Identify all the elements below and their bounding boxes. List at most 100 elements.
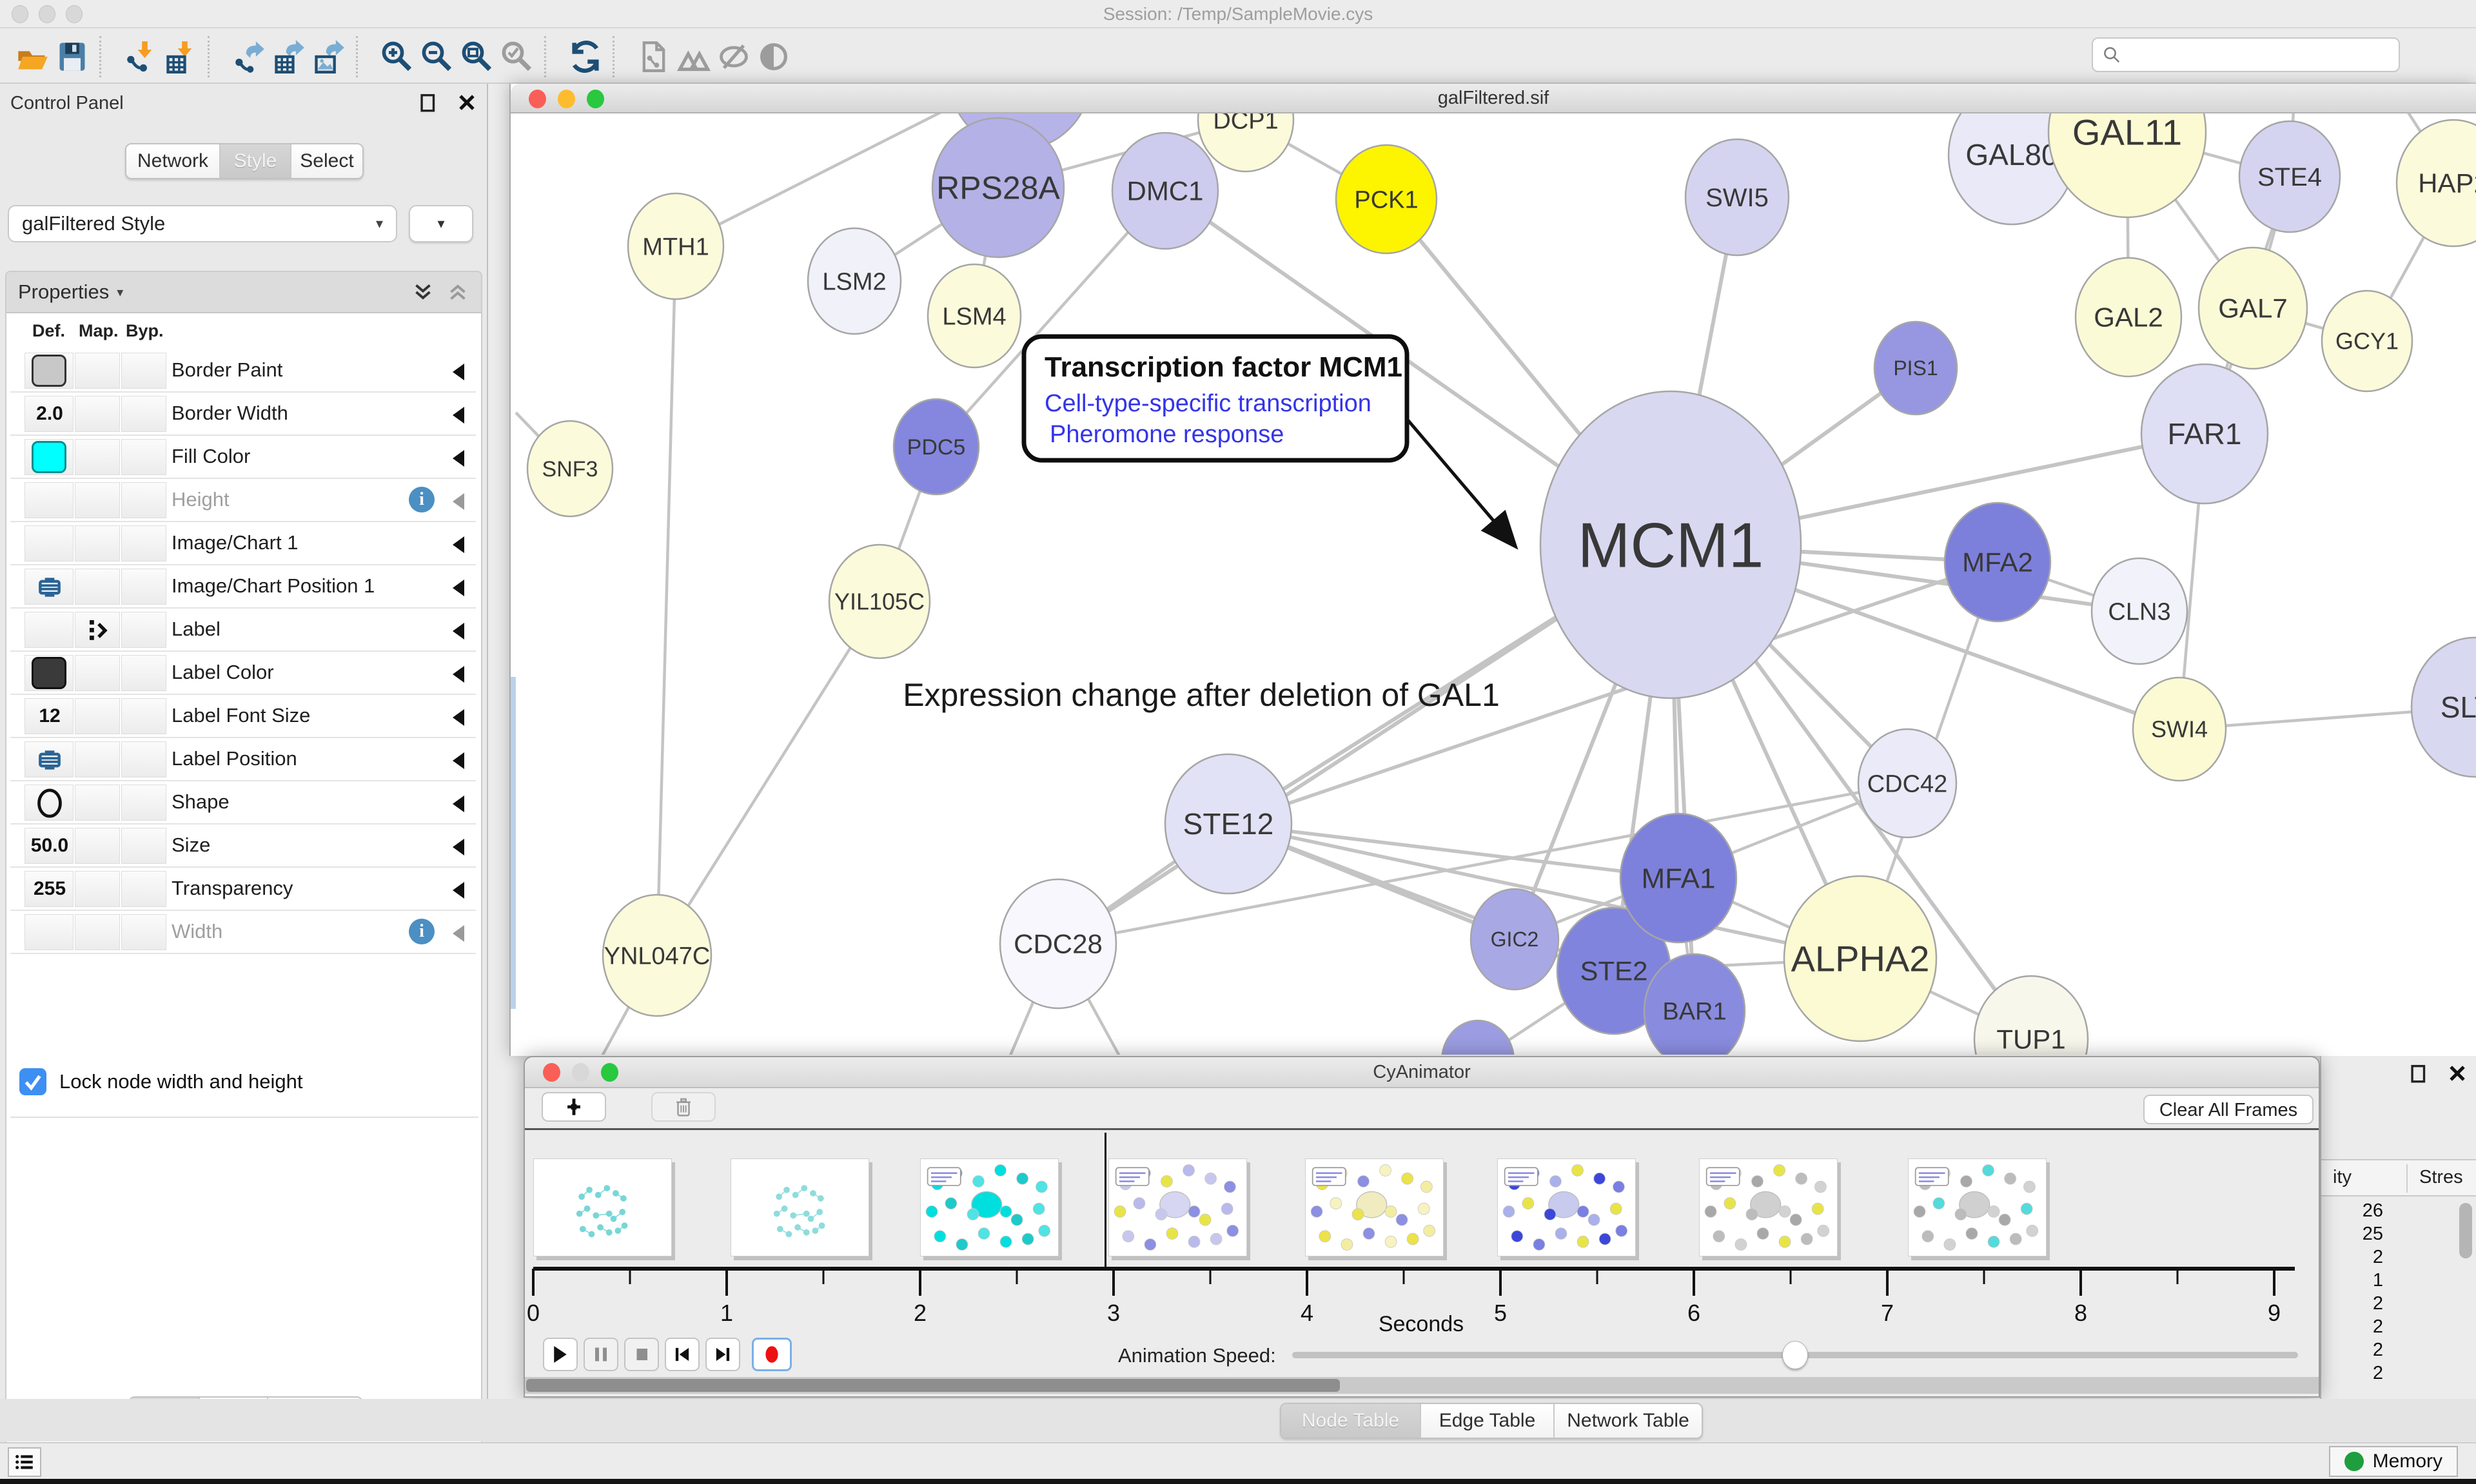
mapping-cell[interactable] [75, 655, 120, 691]
network-node-CDC42[interactable]: CDC42 [1858, 729, 1956, 837]
property-row-label-position[interactable]: Label Position [10, 738, 476, 781]
timeline-frame-3[interactable] [1108, 1158, 1247, 1256]
network-node-GAL11[interactable]: GAL11 [2049, 113, 2206, 217]
network-node-SWI5[interactable]: SWI5 [1685, 139, 1789, 255]
mapping-cell[interactable] [75, 353, 120, 389]
expand-property-icon[interactable] [453, 839, 464, 855]
network-caption[interactable]: Expression change after deletion of GAL1 [903, 677, 1500, 713]
bypass-cell[interactable] [121, 698, 166, 734]
info-icon[interactable]: i [409, 919, 435, 944]
close-panel-icon[interactable] [2446, 1062, 2468, 1084]
bypass-cell[interactable] [121, 353, 166, 389]
hide-graphics-button[interactable] [717, 39, 751, 75]
expand-property-icon[interactable] [453, 623, 464, 639]
timeline-playhead[interactable] [1105, 1133, 1106, 1268]
memory-indicator-button[interactable]: Memory [2329, 1446, 2458, 1477]
expand-all-icon[interactable] [411, 279, 435, 305]
network-node-ALPHA2[interactable]: ALPHA2 [1784, 876, 1936, 1041]
mapping-cell[interactable] [75, 828, 120, 864]
lock-node-size-row[interactable]: Lock node width and height [19, 1068, 302, 1095]
snapshot-button[interactable] [677, 39, 711, 75]
table-scrollbar[interactable] [2459, 1203, 2472, 1258]
show-graphics-button[interactable] [757, 39, 791, 75]
property-row-label[interactable]: Label [10, 609, 476, 652]
network-node-MTH1[interactable]: MTH1 [628, 193, 723, 299]
properties-header[interactable]: Properties ▾ [6, 272, 481, 313]
zoom-fit-button[interactable] [460, 39, 494, 75]
clear-all-frames-button[interactable]: Clear All Frames [2143, 1095, 2314, 1124]
timeline-horizontal-scrollbar[interactable] [525, 1377, 2319, 1394]
search-input[interactable] [2128, 44, 2390, 65]
network-node-SNF3[interactable]: SNF3 [527, 421, 613, 516]
property-row-size[interactable]: 50.0Size [10, 825, 476, 868]
mapping-cell[interactable] [75, 871, 120, 907]
default-cell[interactable] [25, 569, 74, 605]
network-node-SLT2[interactable]: SLT2 [2412, 638, 2476, 777]
bypass-cell[interactable] [121, 914, 166, 950]
network-node-LSM2[interactable]: LSM2 [808, 228, 901, 334]
property-row-label-color[interactable]: Label Color [10, 652, 476, 695]
bypass-cell[interactable] [121, 741, 166, 777]
tab-style[interactable]: Style [219, 144, 290, 178]
pause-button[interactable] [584, 1338, 618, 1371]
property-row-image-chart-1[interactable]: Image/Chart 1 [10, 522, 476, 565]
mapping-cell[interactable] [75, 569, 120, 605]
tab-network-table[interactable]: Network Table [1553, 1404, 1702, 1438]
network-node-LSM4[interactable]: LSM4 [928, 264, 1021, 367]
bypass-cell[interactable] [121, 785, 166, 821]
network-node-HAP2[interactable]: HAP2 [2397, 120, 2476, 246]
go-to-start-button[interactable] [665, 1338, 700, 1371]
default-cell[interactable]: 2.0 [25, 396, 74, 432]
property-row-border-paint[interactable]: Border Paint [10, 349, 476, 393]
bypass-cell[interactable] [121, 871, 166, 907]
property-row-width[interactable]: Widthi [10, 911, 476, 954]
timeline-frame-5[interactable] [1497, 1158, 1636, 1256]
network-window-titlebar[interactable]: galFiltered.sif [511, 84, 2476, 113]
default-cell[interactable] [25, 741, 74, 777]
expand-property-icon[interactable] [453, 580, 464, 596]
table-cell[interactable]: 26 [2321, 1199, 2383, 1222]
checkbox-checked-icon[interactable] [19, 1068, 46, 1095]
expand-property-icon[interactable] [453, 796, 464, 812]
default-cell[interactable] [25, 482, 74, 518]
property-row-label-font-size[interactable]: 12Label Font Size [10, 695, 476, 738]
cyanimator-timeline[interactable]: 0123456789Seconds [525, 1130, 2319, 1335]
table-cell[interactable]: 2 [2321, 1338, 2383, 1362]
timeline-frame-1[interactable] [731, 1158, 869, 1256]
cyanimator-titlebar[interactable]: CyAnimator [525, 1057, 2319, 1088]
network-node-STE12[interactable]: STE12 [1165, 754, 1292, 893]
bypass-cell[interactable] [121, 482, 166, 518]
style-options-button[interactable]: ▾ [409, 205, 473, 242]
annotation-link[interactable]: Cell-type-specific transcription [1045, 390, 1371, 417]
default-cell[interactable] [25, 785, 74, 821]
add-frame-button[interactable] [542, 1092, 606, 1122]
table-cell[interactable]: 25 [2321, 1222, 2383, 1245]
clone-network-button[interactable] [637, 39, 671, 75]
network-node-SWI4[interactable]: SWI4 [2133, 678, 2226, 781]
timeline-frame-7[interactable] [1908, 1158, 2047, 1256]
default-cell[interactable]: 50.0 [25, 828, 74, 864]
expand-property-icon[interactable] [453, 407, 464, 424]
bypass-cell[interactable] [121, 612, 166, 648]
timeline-frame-6[interactable] [1699, 1158, 1838, 1256]
expand-property-icon[interactable] [453, 882, 464, 899]
table-cell[interactable]: 2 [2321, 1245, 2383, 1269]
network-node-STE4[interactable]: STE4 [2239, 121, 2340, 232]
network-node-DCP1[interactable]: DCP1 [1198, 113, 1293, 171]
property-row-shape[interactable]: Shape [10, 781, 476, 825]
network-node-DMC1[interactable]: DMC1 [1112, 133, 1218, 249]
bypass-cell[interactable] [121, 655, 166, 691]
network-node-MCM1[interactable]: MCM1 [1540, 391, 1801, 698]
close-panel-icon[interactable] [456, 92, 478, 113]
expand-property-icon[interactable] [453, 709, 464, 726]
float-panel-icon[interactable] [2408, 1062, 2430, 1084]
default-cell[interactable] [25, 525, 74, 561]
mapping-cell[interactable] [75, 482, 120, 518]
tab-edge-table[interactable]: Edge Table [1420, 1404, 1553, 1438]
bypass-cell[interactable] [121, 396, 166, 432]
import-network-button[interactable] [124, 39, 157, 75]
mapping-cell[interactable] [75, 396, 120, 432]
property-row-height[interactable]: Heighti [10, 479, 476, 522]
network-node-MFA1[interactable]: MFA1 [1620, 814, 1736, 942]
network-node-N2[interactable] [1442, 1020, 1514, 1055]
